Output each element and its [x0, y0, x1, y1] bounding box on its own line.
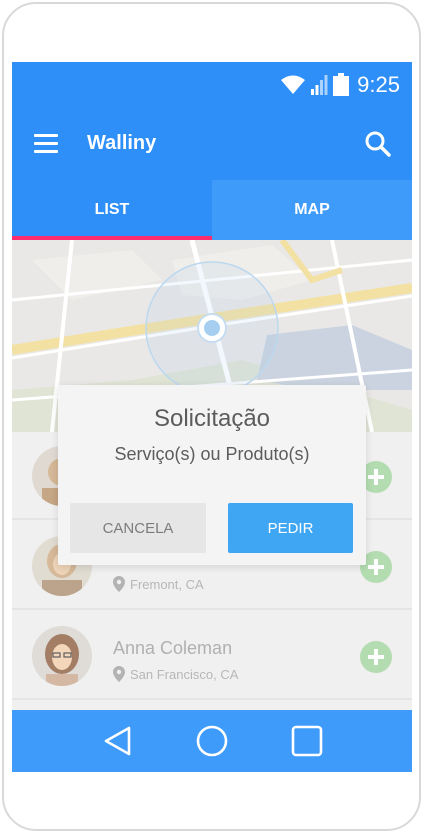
dialog-subtitle: Serviço(s) ou Produto(s): [114, 444, 310, 464]
back-icon[interactable]: [100, 723, 136, 759]
signal-icon: [311, 75, 328, 95]
tab-bar: LIST MAP: [12, 180, 412, 240]
menu-icon[interactable]: [34, 134, 58, 154]
status-bar: 9:25: [12, 62, 412, 110]
home-icon[interactable]: [194, 723, 230, 759]
tab-list-label: LIST: [94, 201, 130, 218]
battery-icon: [333, 73, 350, 96]
tab-map-label: MAP: [294, 201, 330, 218]
confirm-button[interactable]: PEDIR: [228, 503, 353, 553]
dialog-title: Solicitação: [153, 405, 271, 432]
tab-map[interactable]: MAP: [212, 180, 412, 240]
search-icon[interactable]: [364, 130, 392, 158]
recents-icon[interactable]: [289, 723, 325, 759]
status-time: 9:25: [357, 72, 400, 97]
cancel-button[interactable]: CANCELA: [70, 503, 206, 553]
screen: 9:25 Walliny LIST MAP Fremont, CA Anna C…: [12, 62, 412, 772]
request-dialog: Solicitação Serviço(s) ou Produto(s) CAN…: [58, 385, 366, 565]
wifi-icon: [281, 75, 306, 94]
app-bar: Walliny: [12, 110, 412, 180]
status-icons: 9:25: [280, 71, 400, 99]
tab-list[interactable]: LIST: [12, 180, 212, 240]
system-nav-bar: [12, 710, 412, 772]
app-title: Walliny: [87, 132, 157, 154]
